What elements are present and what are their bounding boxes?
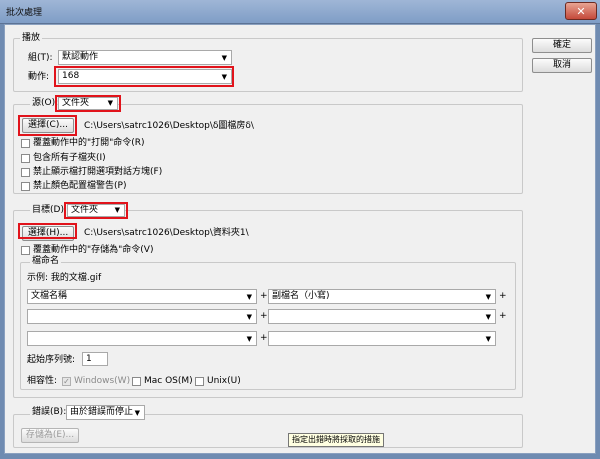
errors-save-as-button[interactable]: 存儲為(E)...	[21, 428, 79, 443]
naming-field-6[interactable]: ▼	[268, 331, 496, 346]
source-path: C:\Users\satrc1026\Desktop\δ圖檔房δ\	[84, 121, 254, 131]
ok-button[interactable]: 確定	[532, 38, 592, 53]
set-label: 組(T):	[28, 53, 53, 63]
naming-field-3[interactable]: ▼	[27, 309, 257, 324]
action-label: 動作:	[28, 72, 50, 82]
suppress-open-dialogs-checkbox[interactable]	[21, 168, 30, 177]
plus-sign: +	[260, 333, 268, 343]
highlight-source-choose	[18, 115, 77, 136]
highlight-destination	[64, 202, 128, 219]
destination-path: C:\Users\satrc1026\Desktop\資料夾1\	[84, 228, 249, 238]
highlight-destination-choose	[18, 223, 77, 239]
errors-select-value: 由於錯誤而停止	[70, 407, 134, 417]
plus-sign: +	[499, 291, 507, 301]
plus-sign: +	[260, 291, 268, 301]
set-select[interactable]: 默認動作 ▼	[58, 50, 232, 65]
suppress-open-dialogs-label: 禁止顯示檔打開選項對話方塊(F)	[33, 167, 163, 177]
title-bar: 批次處理 ✕	[0, 0, 600, 24]
naming-field-1-value: 文檔名稱	[31, 291, 68, 301]
compat-mac-checkbox[interactable]	[132, 377, 141, 386]
set-select-value: 默認動作	[62, 52, 99, 62]
dropdown-arrow-icon: ▼	[485, 335, 491, 343]
compat-windows-checkbox[interactable]: ✓	[62, 377, 71, 386]
serial-input[interactable]: 1	[82, 352, 108, 366]
close-button[interactable]: ✕	[565, 2, 597, 20]
plus-sign: +	[260, 311, 268, 321]
errors-label: 錯誤(B):	[30, 407, 69, 418]
errors-select[interactable]: 由於錯誤而停止 ▼	[66, 405, 145, 420]
dropdown-arrow-icon: ▼	[485, 313, 491, 321]
dropdown-arrow-icon: ▼	[246, 313, 252, 321]
naming-field-1[interactable]: 文檔名稱 ▼	[27, 289, 257, 304]
serial-label: 起始序列號:	[27, 355, 76, 365]
include-subfolders-checkbox[interactable]	[21, 154, 30, 163]
dropdown-arrow-icon: ▼	[134, 409, 140, 417]
compat-mac-label: Mac OS(M)	[144, 376, 193, 386]
plus-sign: +	[499, 311, 507, 321]
suppress-color-warnings-checkbox[interactable]	[21, 182, 30, 191]
naming-example: 示例: 我的文檔.gif	[27, 273, 102, 283]
naming-field-5[interactable]: ▼	[27, 331, 257, 346]
window-title: 批次處理	[6, 8, 43, 18]
compat-unix-checkbox[interactable]	[195, 377, 204, 386]
compat-unix-label: Unix(U)	[207, 376, 241, 386]
dropdown-arrow-icon: ▼	[485, 293, 491, 301]
dropdown-arrow-icon: ▼	[221, 54, 227, 62]
override-open-checkbox[interactable]	[21, 139, 30, 148]
suppress-color-warnings-label: 禁止顏色配置檔警告(P)	[33, 181, 127, 191]
play-group-label: 播放	[20, 33, 43, 44]
compat-windows-label: Windows(W)	[74, 376, 131, 386]
highlight-source	[55, 95, 121, 112]
include-subfolders-label: 包含所有子檔夾(I)	[33, 153, 106, 163]
tooltip: 指定出錯時將採取的措施	[288, 433, 384, 447]
cancel-button[interactable]: 取消	[532, 58, 592, 73]
naming-group-label: 檔命名	[30, 256, 62, 267]
dropdown-arrow-icon: ▼	[246, 335, 252, 343]
naming-field-2-value: 副檔名（小寫)	[272, 291, 330, 301]
compat-label: 相容性:	[27, 376, 58, 386]
override-open-label: 覆蓋動作中的"打開"命令(R)	[33, 138, 145, 148]
dropdown-arrow-icon: ▼	[246, 293, 252, 301]
checkmark-icon: ✓	[63, 377, 70, 386]
override-save-label: 覆蓋動作中的"存儲為"命令(V)	[33, 245, 154, 255]
naming-field-4[interactable]: ▼	[268, 309, 496, 324]
highlight-action	[54, 66, 234, 87]
naming-field-2[interactable]: 副檔名（小寫) ▼	[268, 289, 496, 304]
override-save-checkbox[interactable]	[21, 246, 30, 255]
close-icon: ✕	[576, 5, 586, 18]
